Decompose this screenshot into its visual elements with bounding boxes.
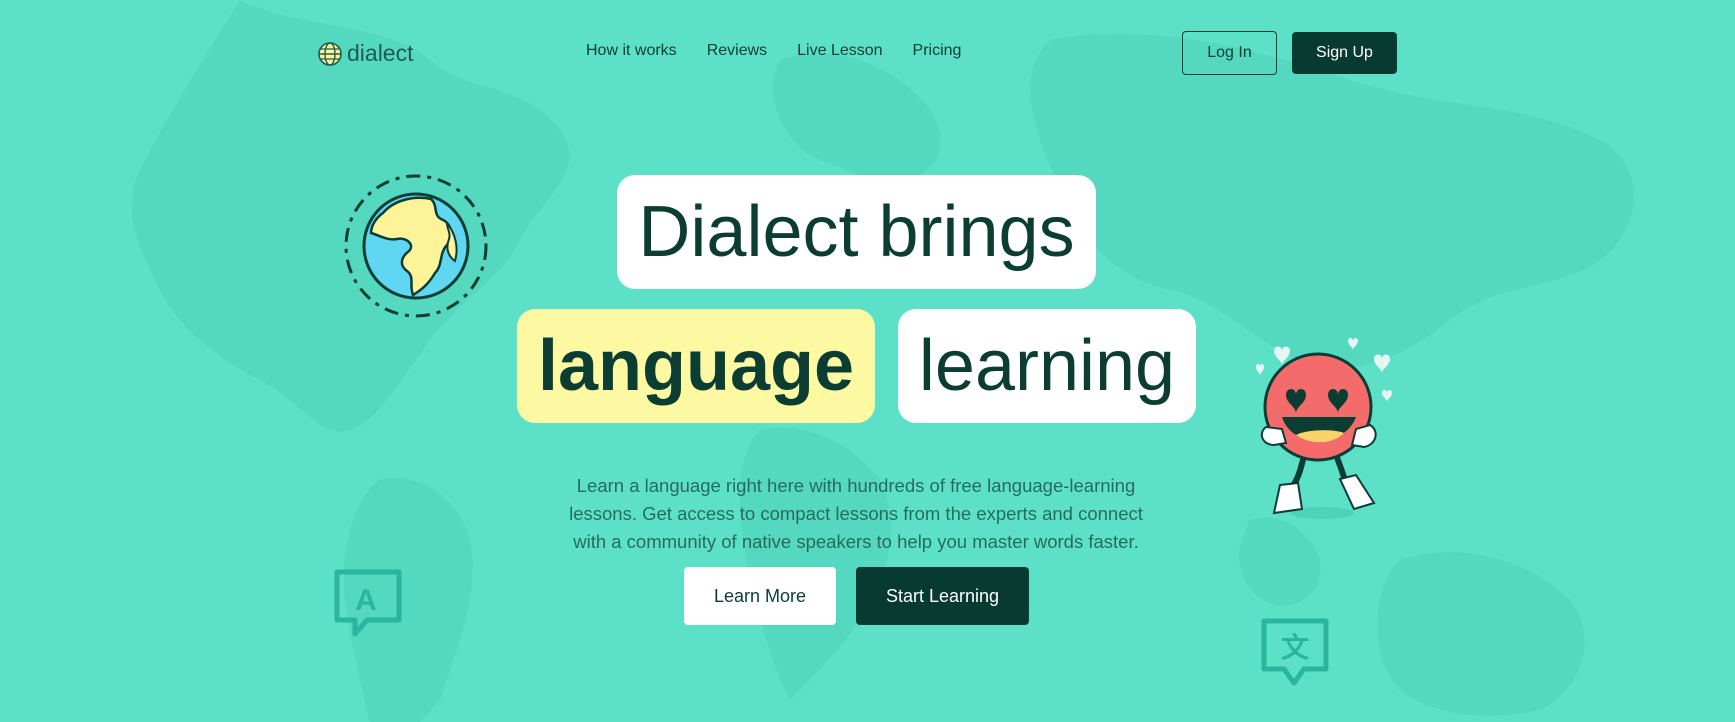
headline-line-2: learning (898, 309, 1196, 423)
globe-logo-icon (318, 41, 342, 66)
login-button[interactable]: Log In (1182, 31, 1277, 75)
start-learning-button[interactable]: Start Learning (856, 567, 1029, 625)
logo[interactable]: dialect (317, 40, 413, 67)
nav-pricing[interactable]: Pricing (913, 42, 962, 60)
translate-bubble-a-icon: A (334, 569, 402, 637)
learn-more-button[interactable]: Learn More (684, 567, 836, 625)
hero-description: Learn a language right here with hundred… (569, 474, 1143, 552)
main-nav: How it works Reviews Live Lesson Pricing (586, 42, 961, 60)
bubble-wen-glyph: 文 (1281, 631, 1309, 664)
smiley-mascot-icon (1256, 338, 1392, 519)
bubble-a-glyph: A (355, 584, 377, 617)
signup-button[interactable]: Sign Up (1292, 32, 1397, 74)
nav-live-lesson[interactable]: Live Lesson (797, 42, 882, 60)
headline-highlight: language (517, 309, 875, 423)
headline-line-1: Dialect brings (617, 175, 1096, 289)
nav-reviews[interactable]: Reviews (707, 42, 767, 60)
globe-illustration-icon (344, 174, 488, 318)
nav-how-it-works[interactable]: How it works (586, 42, 677, 60)
translate-bubble-wen-icon: 文 (1261, 618, 1329, 686)
logo-text: dialect (347, 40, 414, 66)
